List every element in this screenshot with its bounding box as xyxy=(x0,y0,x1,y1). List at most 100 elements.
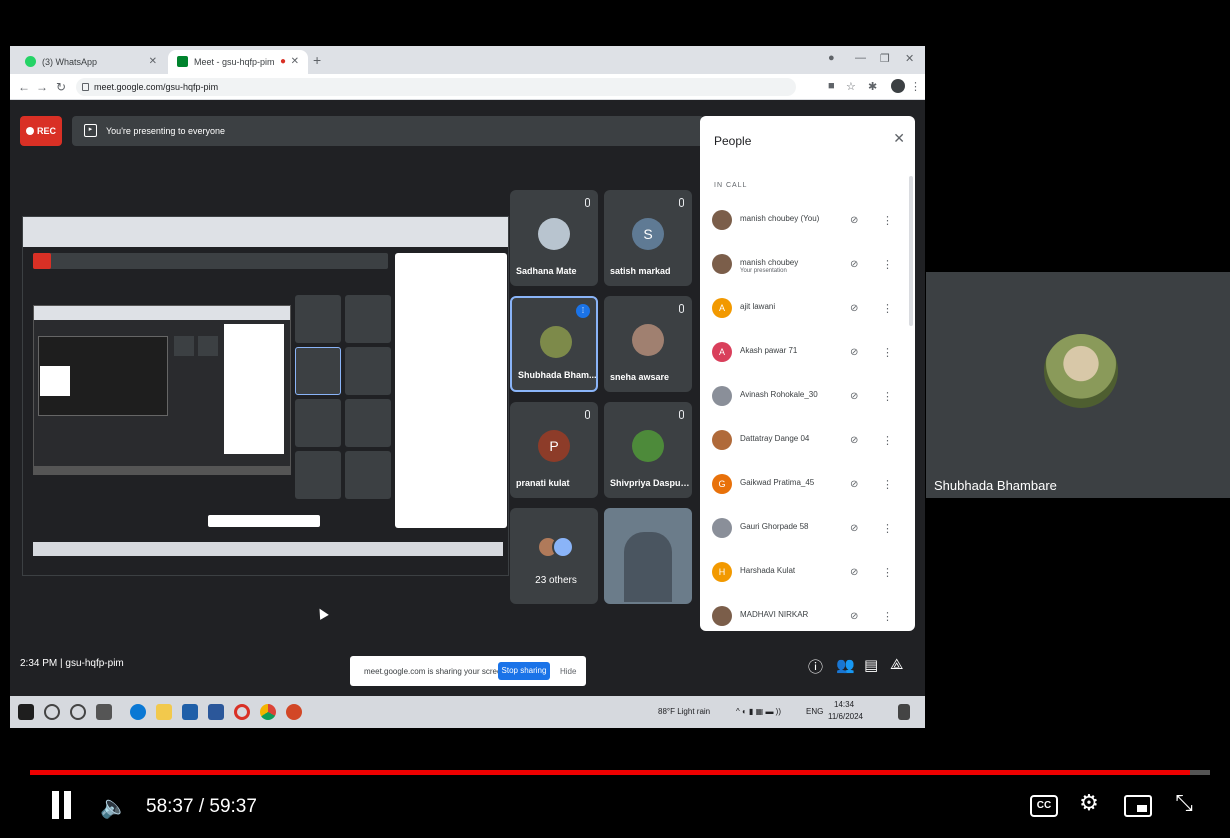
others-tile[interactable]: 23 others xyxy=(510,508,598,604)
people-list-item[interactable]: MADHAVI NIRKAR ⊘ ⋮ xyxy=(700,600,915,631)
settings-gear-icon[interactable]: ⚙ xyxy=(1075,790,1103,818)
file-explorer-icon[interactable] xyxy=(156,704,172,720)
profile-avatar[interactable] xyxy=(891,79,905,93)
mic-muted-icon[interactable]: ⊘ xyxy=(850,523,858,534)
edge-icon[interactable] xyxy=(130,704,146,720)
tab-whatsapp[interactable]: (3) WhatsApp ✕ xyxy=(16,50,166,74)
reload-icon[interactable]: ↻ xyxy=(56,80,66,94)
video-player[interactable]: (3) WhatsApp ✕ Meet - gsu-hqfp-pim ● ✕ +… xyxy=(0,0,1230,838)
more-options-icon[interactable]: ⋮ xyxy=(882,390,893,403)
store-icon[interactable] xyxy=(182,704,198,720)
forward-icon[interactable]: → xyxy=(36,80,48,94)
people-list-item[interactable]: manish choubey (You) ⊘ ⋮ xyxy=(700,204,915,244)
avatar: A xyxy=(712,342,732,362)
person-name: Akash pawar 71 xyxy=(740,346,798,355)
miniplayer-button[interactable] xyxy=(1124,795,1152,817)
more-options-icon[interactable]: ⋮ xyxy=(882,258,893,271)
close-icon[interactable]: ✕ xyxy=(893,130,905,147)
mic-muted-icon[interactable]: ⊘ xyxy=(850,435,858,446)
more-options-icon[interactable]: ⋮ xyxy=(882,478,893,491)
chat-icon[interactable]: ▤ xyxy=(864,656,878,674)
mic-muted-icon[interactable]: ⊘ xyxy=(850,259,858,270)
people-icon[interactable]: 👥 xyxy=(836,656,855,674)
participant-name: Sadhana Mate xyxy=(516,266,577,276)
pause-button[interactable] xyxy=(50,791,74,821)
participant-tile[interactable]: S satish markad xyxy=(604,190,692,286)
nested-presenting-banner xyxy=(33,253,388,269)
tray-icons[interactable]: ^ ◐ ▮ ▦ ▬ )) xyxy=(736,707,781,716)
people-list-item[interactable]: manish choubey Your presentation ⊘ ⋮ xyxy=(700,248,915,288)
volume-icon[interactable]: 🔈 xyxy=(100,794,127,820)
more-options-icon[interactable]: ⋮ xyxy=(882,214,893,227)
mic-muted-icon[interactable]: ⊘ xyxy=(850,611,858,622)
avatar xyxy=(540,326,572,358)
clock-time[interactable]: 14:34 xyxy=(834,700,854,709)
mic-muted-icon[interactable]: ⊘ xyxy=(850,303,858,314)
chrome-icon[interactable] xyxy=(260,704,276,720)
star-icon[interactable]: ☆ xyxy=(846,80,856,93)
language-indicator[interactable]: ENG xyxy=(806,707,823,716)
info-icon[interactable]: ⓘ xyxy=(808,656,823,677)
close-window-icon[interactable]: ✕ xyxy=(905,52,914,65)
participant-tile[interactable]: Sadhana Mate xyxy=(510,190,598,286)
participant-tile[interactable]: P pranati kulat xyxy=(510,402,598,498)
restore-icon[interactable]: ❐ xyxy=(880,52,890,65)
opera-icon[interactable] xyxy=(234,704,250,720)
hide-button[interactable]: Hide xyxy=(560,667,576,676)
profile-dot-icon[interactable]: ● xyxy=(828,52,835,64)
word-icon[interactable] xyxy=(208,704,224,720)
activities-icon[interactable]: ⟁ xyxy=(890,656,903,673)
powerpoint-icon[interactable] xyxy=(286,704,302,720)
camera-icon[interactable]: ■ xyxy=(828,80,835,92)
avatar: S xyxy=(632,218,664,250)
people-list-item[interactable]: Gauri Ghorpade 58 ⊘ ⋮ xyxy=(700,512,915,552)
menu-kebab-icon[interactable]: ⋮ xyxy=(910,80,921,93)
extensions-icon[interactable]: ✱ xyxy=(868,80,877,93)
stop-sharing-button[interactable]: Stop sharing xyxy=(498,662,550,680)
mic-muted-icon xyxy=(585,410,590,419)
people-list-item[interactable]: Aajit lawani ⊘ ⋮ xyxy=(700,292,915,332)
more-options-icon[interactable]: ⋮ xyxy=(882,302,893,315)
mic-muted-icon[interactable]: ⊘ xyxy=(850,347,858,358)
more-options-icon[interactable]: ⋮ xyxy=(882,434,893,447)
nested-rec-badge xyxy=(33,253,51,269)
people-scrollbar[interactable] xyxy=(909,176,913,326)
participant-video-tile[interactable] xyxy=(604,508,692,604)
mic-muted-icon[interactable]: ⊘ xyxy=(850,215,858,226)
people-list-item[interactable]: H Harshada Kulat ⊘ ⋮ xyxy=(700,556,915,596)
person-name: Gauri Ghorpade 58 xyxy=(740,522,809,531)
more-options-icon[interactable]: ⋮ xyxy=(882,346,893,359)
people-list-item[interactable]: A Akash pawar 71 ⊘ ⋮ xyxy=(700,336,915,376)
clock-date[interactable]: 11/6/2024 xyxy=(828,712,863,721)
participant-tile[interactable]: sneha awsare xyxy=(604,296,692,392)
more-options-icon[interactable]: ⋮ xyxy=(882,610,893,623)
minimize-icon[interactable]: — xyxy=(855,52,866,64)
mic-muted-icon[interactable]: ⊘ xyxy=(850,479,858,490)
notifications-icon[interactable] xyxy=(898,704,910,720)
close-tab-icon[interactable]: ✕ xyxy=(291,56,299,67)
tab-meet[interactable]: Meet - gsu-hqfp-pim ● ✕ xyxy=(168,50,308,74)
participant-tile-speaking[interactable]: ⁞ Shubhada Bham... xyxy=(510,296,598,392)
exit-fullscreen-icon[interactable]: ⤡ xyxy=(1170,790,1198,818)
more-options-icon[interactable]: ⋮ xyxy=(882,522,893,535)
avatar: P xyxy=(538,430,570,462)
person-name: Avinash Rohokale_30 xyxy=(740,390,818,399)
back-icon[interactable]: ← xyxy=(18,80,30,94)
more-options-icon[interactable]: ⋮ xyxy=(882,566,893,579)
captions-button[interactable]: CC xyxy=(1030,795,1058,817)
address-bar[interactable]: meet.google.com/gsu-hqfp-pim xyxy=(76,78,796,96)
cortana-icon[interactable] xyxy=(70,704,86,720)
search-icon[interactable] xyxy=(44,704,60,720)
progress-bar-played xyxy=(30,770,1190,775)
people-list-item[interactable]: Avinash Rohokale_30 ⊘ ⋮ xyxy=(700,380,915,420)
task-view-icon[interactable] xyxy=(96,704,112,720)
new-tab-icon[interactable]: + xyxy=(313,52,321,68)
participant-tile[interactable]: Shivpriya Dasput... xyxy=(604,402,692,498)
close-tab-icon[interactable]: ✕ xyxy=(149,56,157,67)
weather-text[interactable]: 88°F Light rain xyxy=(658,707,710,716)
mic-muted-icon[interactable]: ⊘ xyxy=(850,567,858,578)
people-list-item[interactable]: Dattatray Dange 04 ⊘ ⋮ xyxy=(700,424,915,464)
people-list-item[interactable]: G Gaikwad Pratima_45 ⊘ ⋮ xyxy=(700,468,915,508)
mic-muted-icon[interactable]: ⊘ xyxy=(850,391,858,402)
windows-start-icon[interactable] xyxy=(18,704,34,720)
